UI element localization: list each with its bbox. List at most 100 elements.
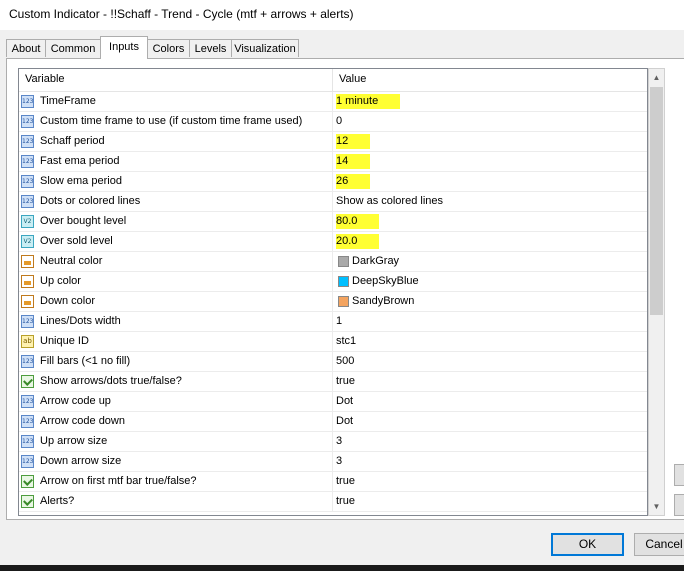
variable-name: Over sold level: [40, 235, 113, 247]
value-text: true: [336, 475, 355, 487]
table-row[interactable]: ab Unique ID stc1: [19, 332, 647, 352]
cell-divider: [332, 152, 333, 172]
value-cell[interactable]: 12: [336, 134, 371, 149]
table-row[interactable]: Down color SandyBrown: [19, 292, 647, 312]
int-icon: 123: [21, 395, 34, 408]
value-cell[interactable]: stc1: [336, 335, 356, 347]
variable-name: Dots or colored lines: [40, 195, 141, 207]
value-cell[interactable]: 26: [336, 174, 371, 189]
int-icon: 123: [21, 315, 34, 328]
value-cell[interactable]: true: [336, 495, 355, 507]
cell-divider: [332, 392, 333, 412]
int-icon: 123: [21, 355, 34, 368]
variable-name: Fast ema period: [40, 155, 120, 167]
cancel-button[interactable]: Cancel: [634, 533, 684, 556]
value-cell[interactable]: DarkGray: [352, 255, 399, 267]
value-cell[interactable]: 20.0: [336, 234, 380, 249]
value-text: 14: [336, 154, 371, 169]
tab-visualization[interactable]: Visualization: [231, 39, 299, 57]
color-swatch[interactable]: [338, 296, 349, 307]
value-text: DarkGray: [352, 255, 400, 267]
scrollbar-thumb[interactable]: [650, 87, 663, 315]
side-button-upper[interactable]: [674, 464, 684, 486]
variable-name: Custom time frame to use (if custom time…: [40, 115, 303, 127]
int-icon: 123: [21, 175, 34, 188]
table-row[interactable]: V2 Over bought level 80.0: [19, 212, 647, 232]
int-icon: 123: [21, 115, 34, 128]
value-cell[interactable]: true: [336, 475, 355, 487]
value-text: 0: [336, 115, 343, 127]
table-row[interactable]: Up color DeepSkyBlue: [19, 272, 647, 292]
int-icon: 123: [21, 435, 34, 448]
background-strip: [0, 565, 684, 571]
value-cell[interactable]: 3: [336, 455, 342, 467]
value-cell[interactable]: SandyBrown: [352, 295, 414, 307]
table-row[interactable]: 123 Down arrow size 3: [19, 452, 647, 472]
tab-inputs[interactable]: Inputs: [100, 36, 148, 59]
tab-common[interactable]: Common: [45, 39, 101, 57]
value-cell[interactable]: DeepSkyBlue: [352, 275, 419, 287]
value-cell[interactable]: 0: [336, 115, 342, 127]
scroll-up-arrow-icon[interactable]: ▲: [649, 69, 664, 86]
table-row[interactable]: V2 Over sold level 20.0: [19, 232, 647, 252]
value-cell[interactable]: 14: [336, 154, 371, 169]
value-text: 1 minute: [336, 94, 401, 109]
value-cell[interactable]: 80.0: [336, 214, 380, 229]
tab-levels[interactable]: Levels: [189, 39, 232, 57]
variable-name: Arrow on first mtf bar true/false?: [40, 475, 197, 487]
value-cell[interactable]: 3: [336, 435, 342, 447]
column-header-value[interactable]: Value: [339, 73, 366, 85]
table-row[interactable]: Neutral color DarkGray: [19, 252, 647, 272]
column-divider[interactable]: [332, 69, 333, 91]
table-row[interactable]: 123 Schaff period 12: [19, 132, 647, 152]
table-row[interactable]: 123 Dots or colored lines Show as colored …: [19, 192, 647, 212]
value-text: 80.0: [336, 214, 380, 229]
variable-name: Fill bars (<1 no fill): [40, 355, 131, 367]
int-icon: 123: [21, 155, 34, 168]
side-button-lower[interactable]: [674, 494, 684, 516]
scroll-down-arrow-icon[interactable]: ▼: [649, 498, 664, 515]
table-row[interactable]: 123 Lines/Dots width 1: [19, 312, 647, 332]
table-row[interactable]: Arrow on first mtf bar true/false? true: [19, 472, 647, 492]
cell-divider: [332, 472, 333, 492]
cell-divider: [332, 232, 333, 252]
tab-colors[interactable]: Colors: [147, 39, 190, 57]
value-cell[interactable]: true: [336, 375, 355, 387]
cell-divider: [332, 252, 333, 272]
table-row[interactable]: 123 Up arrow size 3: [19, 432, 647, 452]
value-cell[interactable]: Dot: [336, 415, 353, 427]
table-row[interactable]: 123 Fill bars (<1 no fill) 500: [19, 352, 647, 372]
table-row[interactable]: 123 Custom time frame to use (if custom t…: [19, 112, 647, 132]
table-row[interactable]: 123 Slow ema period 26: [19, 172, 647, 192]
table-row[interactable]: 123 Arrow code up Dot: [19, 392, 647, 412]
variable-name: Up color: [40, 275, 81, 287]
value-cell[interactable]: Dot: [336, 395, 353, 407]
cell-divider: [332, 132, 333, 152]
variable-name: Show arrows/dots true/false?: [40, 375, 182, 387]
value-cell[interactable]: Show as colored lines: [336, 195, 443, 207]
tab-about[interactable]: About: [6, 39, 46, 57]
table-row[interactable]: 123 Arrow code down Dot: [19, 412, 647, 432]
bool-icon: [21, 495, 34, 508]
value-cell[interactable]: 500: [336, 355, 354, 367]
value-text: stc1: [336, 335, 357, 347]
value-cell[interactable]: 1: [336, 315, 342, 327]
color-icon: [21, 275, 34, 288]
color-swatch[interactable]: [338, 276, 349, 287]
color-swatch[interactable]: [338, 256, 349, 267]
vertical-scrollbar[interactable]: ▲ ▼: [648, 68, 665, 516]
table-row[interactable]: 123 Fast ema period 14: [19, 152, 647, 172]
table-row[interactable]: Show arrows/dots true/false? true: [19, 372, 647, 392]
value-text: Show as colored lines: [336, 195, 444, 207]
cell-divider: [332, 192, 333, 212]
value-text: 1: [336, 315, 343, 327]
table-row[interactable]: 123 TimeFrame 1 minute: [19, 92, 647, 112]
value-cell[interactable]: 1 minute: [336, 94, 401, 109]
color-icon: [21, 295, 34, 308]
value-text: true: [336, 375, 355, 387]
table-row[interactable]: Alerts? true: [19, 492, 647, 512]
ok-button[interactable]: OK: [551, 533, 624, 556]
title-bar: Custom Indicator - !!Schaff - Trend - Cy…: [0, 0, 684, 30]
column-header-variable[interactable]: Variable: [25, 73, 65, 85]
variable-name: Unique ID: [40, 335, 89, 347]
